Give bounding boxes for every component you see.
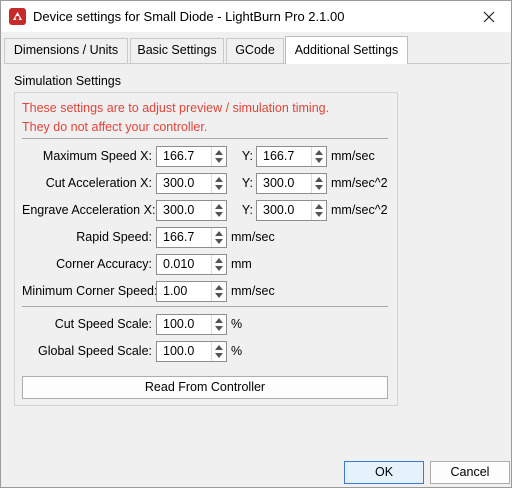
max-speed-label: Maximum Speed X: <box>42 149 152 163</box>
tab-basic-settings[interactable]: Basic Settings <box>130 38 224 63</box>
cut-accel-y-value[interactable]: 300.0 <box>257 174 310 193</box>
spin-down-icon[interactable] <box>215 185 223 190</box>
spin-down-icon[interactable] <box>315 158 323 163</box>
cut-speed-scale-value[interactable]: 100.0 <box>157 315 210 334</box>
spin-up-icon[interactable] <box>215 258 223 263</box>
spin-arrows[interactable] <box>211 201 226 220</box>
spin-up-icon[interactable] <box>315 150 323 155</box>
engrave-accel-x-spinbox[interactable]: 300.0 <box>156 200 227 221</box>
spin-up-icon[interactable] <box>215 204 223 209</box>
corner-accuracy-label: Corner Accuracy: <box>56 257 152 271</box>
spin-arrows[interactable] <box>211 342 226 361</box>
cut-accel-x-value[interactable]: 300.0 <box>157 174 210 193</box>
rapid-speed-label: Rapid Speed: <box>76 230 152 244</box>
cut-accel-unit: mm/sec^2 <box>331 176 388 190</box>
spin-down-icon[interactable] <box>215 239 223 244</box>
corner-accuracy-value[interactable]: 0.010 <box>157 255 210 274</box>
spin-down-icon[interactable] <box>215 158 223 163</box>
max-speed-x-value[interactable]: 166.7 <box>157 147 210 166</box>
spin-up-icon[interactable] <box>215 285 223 290</box>
spin-up-icon[interactable] <box>315 204 323 209</box>
spin-arrows[interactable] <box>311 147 326 166</box>
ok-button[interactable]: OK <box>344 461 424 484</box>
close-button[interactable] <box>467 1 511 32</box>
spin-down-icon[interactable] <box>215 293 223 298</box>
corner-accuracy-unit: mm <box>231 257 252 271</box>
group-title: Simulation Settings <box>14 74 122 88</box>
cut-accel-y-label: Y: <box>241 176 253 190</box>
cancel-button[interactable]: Cancel <box>430 461 510 484</box>
spin-up-icon[interactable] <box>315 177 323 182</box>
engrave-accel-unit: mm/sec^2 <box>331 203 388 217</box>
engrave-acceleration-label: Engrave Acceleration X: <box>22 203 156 217</box>
global-speed-scale-unit: % <box>231 344 243 358</box>
spin-down-icon[interactable] <box>315 185 323 190</box>
global-speed-scale-spinbox[interactable]: 100.0 <box>156 341 227 362</box>
spin-up-icon[interactable] <box>215 318 223 323</box>
cut-speed-scale-spinbox[interactable]: 100.0 <box>156 314 227 335</box>
cut-accel-x-spinbox[interactable]: 300.0 <box>156 173 227 194</box>
spin-up-icon[interactable] <box>215 150 223 155</box>
max-speed-y-label: Y: <box>241 149 253 163</box>
engrave-accel-x-value[interactable]: 300.0 <box>157 201 210 220</box>
spin-down-icon[interactable] <box>215 326 223 331</box>
spin-down-icon[interactable] <box>215 353 223 358</box>
lightburn-logo-icon <box>9 8 26 25</box>
spin-up-icon[interactable] <box>215 345 223 350</box>
tab-gcode[interactable]: GCode <box>226 38 284 63</box>
min-corner-speed-spinbox[interactable]: 1.00 <box>156 281 227 302</box>
corner-accuracy-spinbox[interactable]: 0.010 <box>156 254 227 275</box>
cut-accel-y-spinbox[interactable]: 300.0 <box>256 173 327 194</box>
max-speed-x-spinbox[interactable]: 166.7 <box>156 146 227 167</box>
spin-arrows[interactable] <box>311 201 326 220</box>
warning-line-2: They do not affect your controller. <box>22 120 208 134</box>
spin-up-icon[interactable] <box>215 231 223 236</box>
engrave-accel-y-label: Y: <box>241 203 253 217</box>
min-corner-speed-unit: mm/sec <box>231 284 275 298</box>
title-bar: Device settings for Small Diode - LightB… <box>1 1 511 32</box>
spin-arrows[interactable] <box>211 174 226 193</box>
window-title: Device settings for Small Diode - LightB… <box>33 9 345 24</box>
min-corner-speed-label: Minimum Corner Speed: <box>22 284 158 298</box>
tab-dimensions-units[interactable]: Dimensions / Units <box>4 38 128 63</box>
read-from-controller-button[interactable]: Read From Controller <box>22 376 388 399</box>
cut-speed-scale-unit: % <box>231 317 243 331</box>
separator <box>22 306 388 307</box>
rapid-speed-spinbox[interactable]: 166.7 <box>156 227 227 248</box>
max-speed-unit: mm/sec <box>331 149 375 163</box>
spin-arrows[interactable] <box>211 315 226 334</box>
cut-acceleration-label: Cut Acceleration X: <box>45 176 152 190</box>
rapid-speed-value[interactable]: 166.7 <box>157 228 210 247</box>
rapid-speed-unit: mm/sec <box>231 230 275 244</box>
spin-up-icon[interactable] <box>215 177 223 182</box>
spin-down-icon[interactable] <box>215 212 223 217</box>
spin-arrows[interactable] <box>211 282 226 301</box>
close-icon <box>483 11 495 22</box>
max-speed-y-spinbox[interactable]: 166.7 <box>256 146 327 167</box>
global-speed-scale-value[interactable]: 100.0 <box>157 342 210 361</box>
spin-arrows[interactable] <box>211 147 226 166</box>
spin-arrows[interactable] <box>311 174 326 193</box>
tab-additional-settings[interactable]: Additional Settings <box>285 36 408 64</box>
device-settings-dialog: Device settings for Small Diode - LightB… <box>0 0 512 488</box>
max-speed-y-value[interactable]: 166.7 <box>257 147 310 166</box>
spin-down-icon[interactable] <box>315 212 323 217</box>
min-corner-speed-value[interactable]: 1.00 <box>157 282 210 301</box>
spin-arrows[interactable] <box>211 255 226 274</box>
cut-speed-scale-label: Cut Speed Scale: <box>54 317 152 331</box>
global-speed-scale-label: Global Speed Scale: <box>38 344 152 358</box>
spin-down-icon[interactable] <box>215 266 223 271</box>
engrave-accel-y-value[interactable]: 300.0 <box>257 201 310 220</box>
tab-bar: Dimensions / Units Basic Settings GCode … <box>4 36 510 64</box>
spin-arrows[interactable] <box>211 228 226 247</box>
warning-line-1: These settings are to adjust preview / s… <box>22 101 330 115</box>
separator <box>22 138 388 139</box>
engrave-accel-y-spinbox[interactable]: 300.0 <box>256 200 327 221</box>
